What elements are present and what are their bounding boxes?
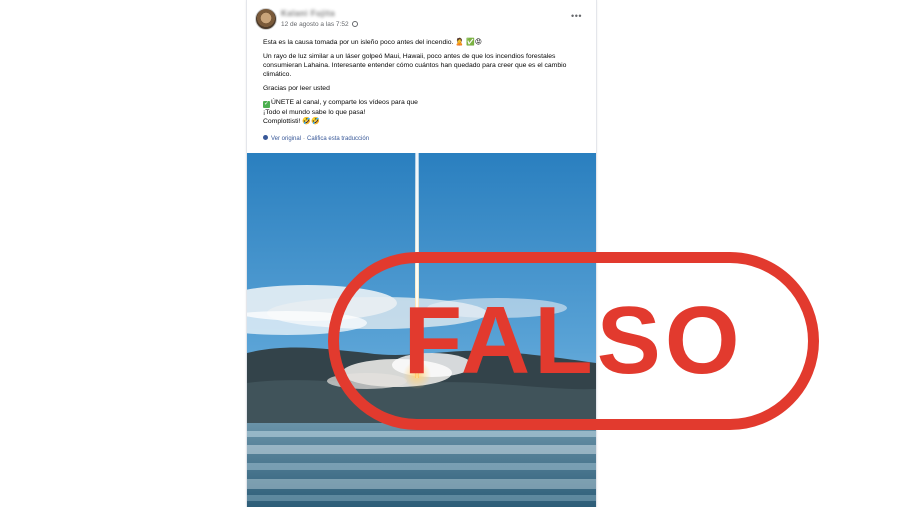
post-timestamp[interactable]: 12 de agosto a las 7:52 [281, 21, 358, 28]
post-paragraph: Un rayo de luz similar a un láser golpeó… [263, 53, 567, 78]
separator: · [303, 136, 306, 142]
wave-streak [247, 495, 596, 501]
check-mark-icon: ✓ [263, 101, 270, 108]
post-paragraph: Esta es la causa tomada por un isleño po… [263, 38, 583, 47]
cta-line: ÚNETE al canal, y comparte los vídeos pa… [271, 99, 418, 106]
false-verdict-stamp: FALSO [328, 252, 819, 430]
wave-streak [247, 479, 596, 489]
translation-bar: Ver original · Califica esta traducción [263, 135, 369, 142]
see-original-link[interactable]: Ver original [271, 136, 301, 142]
wave-streak [247, 445, 596, 454]
globe-icon [351, 21, 358, 27]
avatar[interactable] [255, 8, 277, 30]
wave-streak [247, 463, 596, 470]
laughing-emoji-icon: 🤣🤣 [302, 118, 320, 125]
false-verdict-label: FALSO [403, 287, 744, 394]
emoji-group-icon: 🙎 ✅😡 [455, 39, 483, 46]
cta-line: ¡Todo el mundo sabe lo que pasa! [263, 109, 366, 116]
translate-gear-icon [263, 135, 268, 140]
author-name[interactable]: Kalani Fujita [281, 9, 335, 18]
timestamp-text[interactable]: 12 de agosto a las 7:52 [281, 21, 349, 28]
post-text: Esta es la causa tomada por un isleño po… [263, 38, 583, 131]
post-paragraph: Gracias por leer usted [263, 85, 330, 92]
paragraph-text: Esta es la causa tomada por un isleño po… [263, 39, 454, 46]
more-options-icon[interactable]: ••• [571, 11, 582, 21]
rate-translation-link[interactable]: Califica esta traducción [307, 136, 369, 142]
post-cta: ✓ ÚNETE al canal, y comparte los vídeos p… [263, 98, 583, 126]
post-header: Kalani Fujita 12 de agosto a las 7:52 ••… [255, 8, 588, 34]
cta-line: Complottisti! [263, 118, 301, 125]
wave-streak [247, 431, 596, 437]
